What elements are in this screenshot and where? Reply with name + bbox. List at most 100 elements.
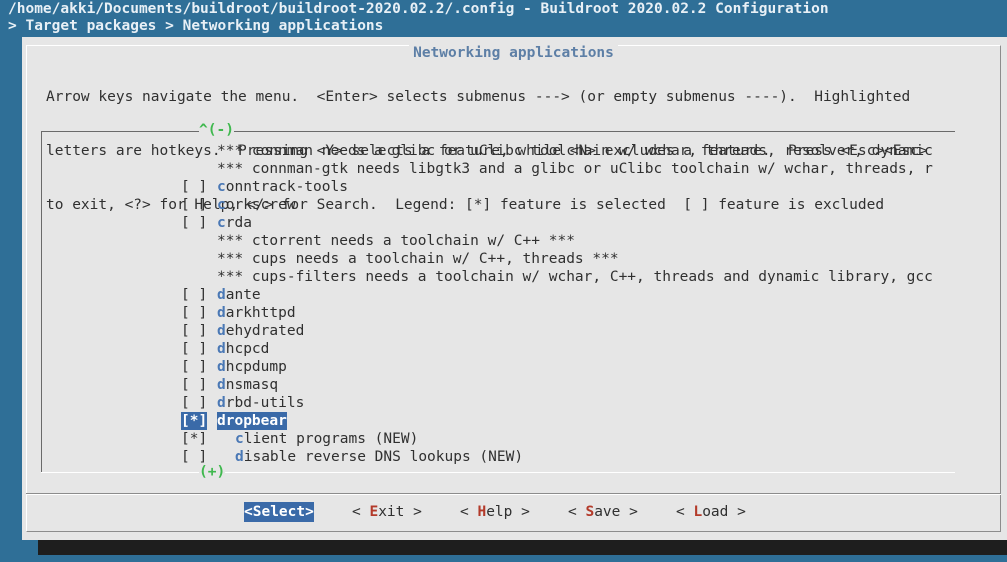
menu-item-label: corkscrew: [217, 196, 296, 214]
menu-item[interactable]: *** cups needs a toolchain w/ C++, threa…: [41, 250, 955, 268]
button-label: elect>: [261, 504, 314, 520]
menu-item-label: dehydrated: [217, 322, 304, 340]
menu-item-checkbox[interactable]: [*]: [181, 412, 208, 430]
button-bracket: <: [244, 504, 253, 520]
select-button[interactable]: <Select>: [244, 502, 314, 522]
menu-item[interactable]: [ ] dante: [41, 286, 955, 304]
menu-item[interactable]: [ ] darkhttpd: [41, 304, 955, 322]
menu-item[interactable]: [ ] corkscrew: [41, 196, 955, 214]
menu-item[interactable]: [ ] dhcpcd: [41, 340, 955, 358]
menu-item-label: darkhttpd: [217, 304, 296, 322]
menu-item[interactable]: [ ] crda: [41, 214, 955, 232]
menu-item-checkbox[interactable]: [ ]: [181, 340, 207, 358]
menu-item[interactable]: [ ] dnsmasq: [41, 376, 955, 394]
menu-item-text: arkhttpd: [225, 305, 296, 321]
menu-item[interactable]: [*] client programs (NEW): [41, 430, 955, 448]
menu-item-label: dante: [217, 286, 261, 304]
menu-item-checkbox[interactable]: [ ]: [181, 376, 207, 394]
menu-item-checkbox[interactable]: [ ]: [181, 178, 207, 196]
menu-item-hotkey: c: [217, 179, 226, 195]
load-button[interactable]: < Load >: [676, 502, 746, 522]
button-bracket: <: [676, 504, 694, 520]
menu-item-hotkey: d: [217, 305, 226, 321]
menu-item-label: dropbear: [217, 412, 287, 430]
title-bar: /home/akki/Documents/buildroot/buildroot…: [0, 0, 1007, 36]
menu-item[interactable]: [ ] disable reverse DNS lookups (NEW): [41, 448, 955, 466]
menu-item-checkbox[interactable]: [ ]: [181, 304, 207, 322]
menu-item-label: *** cups needs a toolchain w/ C++, threa…: [217, 250, 619, 268]
menu-item-text: *** ctorrent needs a toolchain w/ C++ **…: [217, 233, 575, 249]
button-hotkey: S: [585, 504, 595, 520]
menu-item-hotkey: d: [217, 323, 226, 339]
menu-item[interactable]: [ ] conntrack-tools: [41, 178, 955, 196]
menu-item-text: ehydrated: [225, 323, 305, 339]
menu-item-text: *** cups-filters needs a toolchain w/ wc…: [217, 269, 933, 285]
menu-item[interactable]: *** connman needs a glibc or uClibc tool…: [41, 142, 955, 160]
menu-item-label: crda: [217, 214, 252, 232]
menu-item-checkbox[interactable]: [ ]: [181, 286, 207, 304]
menu-item-text: orkscrew: [225, 197, 296, 213]
menu-item-hotkey: c: [235, 431, 244, 447]
menu-item-checkbox[interactable]: [ ]: [181, 394, 207, 412]
menu-item[interactable]: [ ] drbd-utils: [41, 394, 955, 412]
button-label: xit >: [378, 504, 422, 520]
exit-button[interactable]: < Exit >: [352, 502, 422, 522]
button-label: ave >: [594, 504, 638, 520]
menu-item-label: drbd-utils: [217, 394, 304, 412]
save-button[interactable]: < Save >: [568, 502, 638, 522]
menu-item-hotkey: d: [217, 395, 226, 411]
button-hotkey: H: [477, 504, 487, 520]
button-hotkey: E: [369, 504, 379, 520]
menu-item-text: *** connman needs a glibc or uClibc tool…: [217, 143, 933, 159]
button-bracket: <: [352, 504, 370, 520]
menu-item[interactable]: *** cups-filters needs a toolchain w/ wc…: [41, 268, 955, 286]
menu-item-checkbox[interactable]: [ ]: [181, 322, 207, 340]
button-label: elp >: [486, 504, 530, 520]
breadcrumb: > Target packages > Networking applicati…: [8, 18, 384, 34]
menu-item-text: isable reverse DNS lookups (NEW): [243, 449, 524, 465]
menu-item-label: disable reverse DNS lookups (NEW): [235, 448, 523, 466]
scroll-up-indicator: ^(-): [199, 121, 234, 139]
menu-item-text: nsmasq: [225, 377, 279, 393]
menu-item-selected[interactable]: [*] dropbear: [41, 412, 955, 430]
menu-item-text: hcpcd: [225, 341, 270, 357]
menu-item-text: *** cups needs a toolchain w/ C++, threa…: [217, 251, 619, 267]
menu-item-text: ropbear: [225, 413, 287, 429]
menu-box-border-top: [41, 131, 955, 132]
menu-item[interactable]: *** connman-gtk needs libgtk3 and a glib…: [41, 160, 955, 178]
menu-item-checkbox[interactable]: [ ]: [181, 214, 207, 232]
menu-item[interactable]: [ ] dhcpdump: [41, 358, 955, 376]
help-button[interactable]: < Help >: [460, 502, 530, 522]
menu-item-label: dnsmasq: [217, 376, 278, 394]
menu-item-text: *** connman-gtk needs libgtk3 and a glib…: [217, 161, 933, 177]
menu-items: *** connman needs a glibc or uClibc tool…: [41, 142, 955, 466]
menu-item-hotkey: d: [217, 341, 226, 357]
button-hotkey: L: [693, 504, 703, 520]
menu-item-label: dhcpdump: [217, 358, 287, 376]
menu-item-checkbox[interactable]: [*]: [181, 430, 207, 448]
menu-item-hotkey: c: [217, 215, 226, 231]
menu-item-hotkey: d: [217, 377, 226, 393]
menu-item-text: onntrack-tools: [225, 179, 348, 195]
menu-list-box[interactable]: *** connman needs a glibc or uClibc tool…: [41, 121, 955, 481]
menu-item-hotkey: d: [217, 359, 226, 375]
menu-item[interactable]: [ ] dehydrated: [41, 322, 955, 340]
menu-item-label: *** connman needs a glibc or uClibc tool…: [217, 142, 933, 160]
menu-item-label: conntrack-tools: [217, 178, 348, 196]
menu-item-label: *** connman-gtk needs libgtk3 and a glib…: [217, 160, 933, 178]
help-line: Arrow keys navigate the menu. <Enter> se…: [46, 89, 911, 105]
menu-item-text: lient programs (NEW): [243, 431, 419, 447]
menu-item-label: client programs (NEW): [235, 430, 418, 448]
menu-item-checkbox[interactable]: [ ]: [181, 358, 207, 376]
config-path-title: /home/akki/Documents/buildroot/buildroot…: [8, 1, 829, 17]
menu-item-text: rda: [225, 215, 252, 231]
menu-item-label: *** cups-filters needs a toolchain w/ wc…: [217, 268, 933, 286]
menu-box-border-bottom: [41, 472, 955, 473]
menu-item[interactable]: *** ctorrent needs a toolchain w/ C++ **…: [41, 232, 955, 250]
menu-item-text: hcpdump: [225, 359, 287, 375]
menu-item-checkbox[interactable]: [ ]: [181, 196, 207, 214]
scroll-down-indicator: (+): [199, 463, 226, 481]
button-label: oad >: [702, 504, 746, 520]
menu-item-text: rbd-utils: [225, 395, 305, 411]
button-bracket: <: [460, 504, 478, 520]
